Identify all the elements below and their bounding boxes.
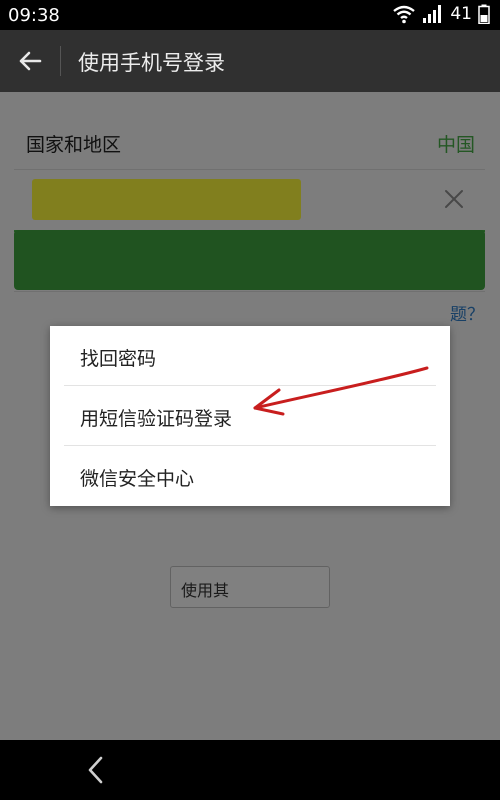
nav-back-button[interactable] <box>76 752 116 788</box>
battery-icon <box>478 4 490 24</box>
wifi-icon <box>393 5 416 24</box>
battery-level: 41 <box>450 4 472 24</box>
page-title: 使用手机号登录 <box>78 51 225 75</box>
menu-item-label: 用短信验证码登录 <box>80 408 233 430</box>
app-bar: 使用手机号登录 <box>0 30 500 92</box>
signal-icon <box>423 5 442 23</box>
status-icons: 41 <box>392 4 490 24</box>
menu-item-sms-login[interactable]: 用短信验证码登录 <box>64 386 436 446</box>
menu-item-label: 微信安全中心 <box>80 468 195 490</box>
menu-item-security-center[interactable]: 微信安全中心 <box>64 446 436 506</box>
status-bar: 09:38 41 <box>0 0 500 30</box>
chevron-left-icon <box>88 756 103 784</box>
options-menu: 找回密码 用短信验证码登录 微信安全中心 <box>50 326 450 506</box>
navigation-bar <box>0 740 500 800</box>
menu-item-recover-password[interactable]: 找回密码 <box>64 326 436 386</box>
status-time: 09:38 <box>8 5 60 26</box>
app-bar-divider <box>60 46 61 76</box>
back-button[interactable] <box>8 40 52 82</box>
arrow-left-icon <box>19 51 42 71</box>
menu-item-label: 找回密码 <box>80 348 157 370</box>
